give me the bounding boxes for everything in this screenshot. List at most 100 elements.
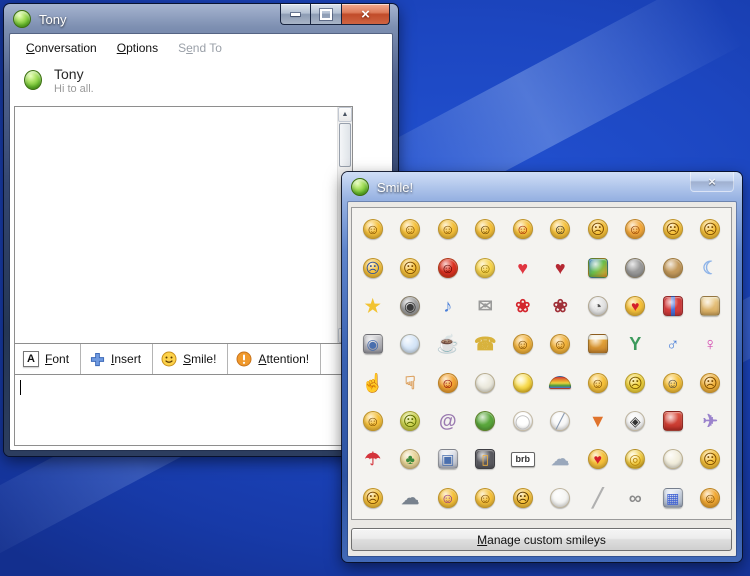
emoticon-thumbs-up[interactable]: ☝ [354,364,392,402]
emoticon-eye-roll[interactable]: ☺ [467,479,505,517]
close-button[interactable]: × [342,4,390,25]
emoticon-rainbow[interactable] [542,364,580,402]
emoticon-dog[interactable] [654,248,692,286]
emoticon-party[interactable]: ☺ [429,479,467,517]
menu-item-conversation[interactable]: Conversation [18,38,105,58]
emoticon-annoyed[interactable]: ☹ [354,479,392,517]
emoticon-cat[interactable] [617,248,655,286]
scrollbar-thumb[interactable] [339,123,351,167]
emoticon-hug-right[interactable]: ☺ [542,325,580,363]
emoticon-camera[interactable]: ◉ [354,325,392,363]
emoticon-light-bulb[interactable] [392,325,430,363]
emoticon-car[interactable] [654,402,692,440]
emoticon-neutral[interactable]: ☹ [579,210,617,248]
emoticon-blowing-kiss[interactable]: ♥ [617,287,655,325]
emoticon-dinner-plate[interactable]: ◯ [504,402,542,440]
toolbar-button-font[interactable]: A Font [15,344,82,374]
emoticon-broken-heart[interactable]: ♥ [542,248,580,286]
emoticon-beer-mug[interactable] [579,325,617,363]
emoticon-coffee-cup[interactable]: ☕ [429,325,467,363]
emoticon-nerd-glasses[interactable]: ☺ [654,364,692,402]
emoticon-airplane[interactable]: ✈ [692,402,730,440]
emoticon-vampire-grin[interactable]: ☺ [429,364,467,402]
emoticon-dont-tell-anyone[interactable]: ☺ [579,364,617,402]
emoticon-female-symbol[interactable]: ♀ [692,325,730,363]
message-input[interactable] [15,375,352,445]
emoticon-pizza-slice[interactable]: ▼ [579,402,617,440]
emoticon-angel[interactable]: ☺ [467,248,505,286]
emoticon-bowl[interactable]: ╱ [542,402,580,440]
emoticon-wink[interactable]: ☺ [429,210,467,248]
emoticon-thumbs-down[interactable]: ☟ [392,364,430,402]
emoticon-cool-sunglasses[interactable]: ☺ [542,210,580,248]
emoticon-sarcastic[interactable]: ☹ [692,364,730,402]
emoticon-open-mouthed-grin[interactable]: ☺ [392,210,430,248]
emoticon-soccer-ball[interactable]: ◈ [617,402,655,440]
emoticon-star[interactable]: ★ [354,287,392,325]
emoticon-mobile-phone[interactable]: ▯ [467,440,505,478]
emoticon-sick[interactable]: ☹ [392,402,430,440]
neutral-icon: ☹ [587,219,608,240]
emoticon-island-palm[interactable]: ♣ [392,440,430,478]
emoticon-music-note[interactable]: ♪ [429,287,467,325]
menu-item-options[interactable]: Options [109,38,166,58]
emoticon-telephone[interactable]: ☎ [467,325,505,363]
emoticon-butterfly[interactable] [579,248,617,286]
emoticon-handcuffs[interactable]: ∞ [617,479,655,517]
emoticon-devil[interactable]: ☺ [429,248,467,286]
emoticon-gift[interactable] [654,287,692,325]
emoticon-sad[interactable]: ☹ [692,210,730,248]
emoticon-snail[interactable]: @ [429,402,467,440]
manage-custom-smileys-button[interactable]: Manage custom smileys [351,528,732,551]
emoticon-kissing-couple[interactable]: ♥ [579,440,617,478]
scroll-up-button[interactable]: ▲ [338,107,352,122]
emoticon-cigarette[interactable]: ╱ [579,479,617,517]
emoticon-sheep[interactable] [654,440,692,478]
emoticon-clock[interactable]: ◔ [579,287,617,325]
emoticon-storm-cloud[interactable]: ☁ [392,479,430,517]
emoticon-coins[interactable]: ◎ [617,440,655,478]
emoticon-rose[interactable]: ❀ [504,287,542,325]
emoticon-smile[interactable]: ☺ [354,210,392,248]
emoticon-confused[interactable]: ☹ [654,210,692,248]
emoticon-male-symbol[interactable]: ♂ [654,325,692,363]
emoticon-disappointed[interactable]: ☹ [392,248,430,286]
emoticon-email-envelope[interactable]: ✉ [467,287,505,325]
emoticon-hug[interactable]: ☺ [692,479,730,517]
emoticon-hug-left[interactable]: ☺ [504,325,542,363]
emoticon-heart[interactable]: ♥ [504,248,542,286]
conversation-panel: ▲ ▼ A Font Insert Smile! Attention! [14,106,353,446]
emoticon-birthday-cake[interactable] [692,287,730,325]
maximize-button[interactable] [310,4,342,25]
message-history[interactable]: ▲ ▼ [15,107,352,344]
emoticon-brb-sign[interactable]: brb [504,440,542,478]
emoticon-game-console[interactable]: ▦ [654,479,692,517]
emoticon-cocktail[interactable]: Y [617,325,655,363]
emoticon-sun[interactable] [504,364,542,402]
emoticon-embarrassed-blush[interactable]: ☺ [617,210,655,248]
emoticon-thinking[interactable]: ☹ [692,440,730,478]
emoticon-umbrella[interactable]: ☂ [354,440,392,478]
emoticon-computer[interactable]: ▣ [429,440,467,478]
emoticon-crying[interactable]: ☹ [354,248,392,286]
emoticon-wilted-rose[interactable]: ❀ [542,287,580,325]
smiley-title-bar[interactable]: Smile! [342,172,742,202]
emoticon-film-reel[interactable]: ◉ [392,287,430,325]
emoticon-nervous[interactable]: ☹ [617,364,655,402]
emoticon-telling-secret[interactable]: ☺ [354,402,392,440]
toolbar-button-insert[interactable]: Insert [81,344,154,374]
vampire-grin-icon: ☺ [437,372,458,393]
minimize-button[interactable] [280,4,310,25]
emoticon-goat[interactable] [467,364,505,402]
emoticon-turtle[interactable] [467,402,505,440]
emoticon-surprised[interactable]: ☺ [467,210,505,248]
emoticon-bunny[interactable] [542,479,580,517]
emoticon-moon[interactable]: ☾ [692,248,730,286]
emoticon-yawn[interactable]: ☹ [504,479,542,517]
emoticon-rain-cloud[interactable]: ☁ [542,440,580,478]
dinner-plate-icon: ◯ [512,411,533,432]
toolbar-button-smile[interactable]: Smile! [153,344,229,374]
close-button[interactable]: × [690,172,734,192]
toolbar-button-attention[interactable]: Attention! [228,344,322,374]
emoticon-tongue-out[interactable]: ☺ [504,210,542,248]
